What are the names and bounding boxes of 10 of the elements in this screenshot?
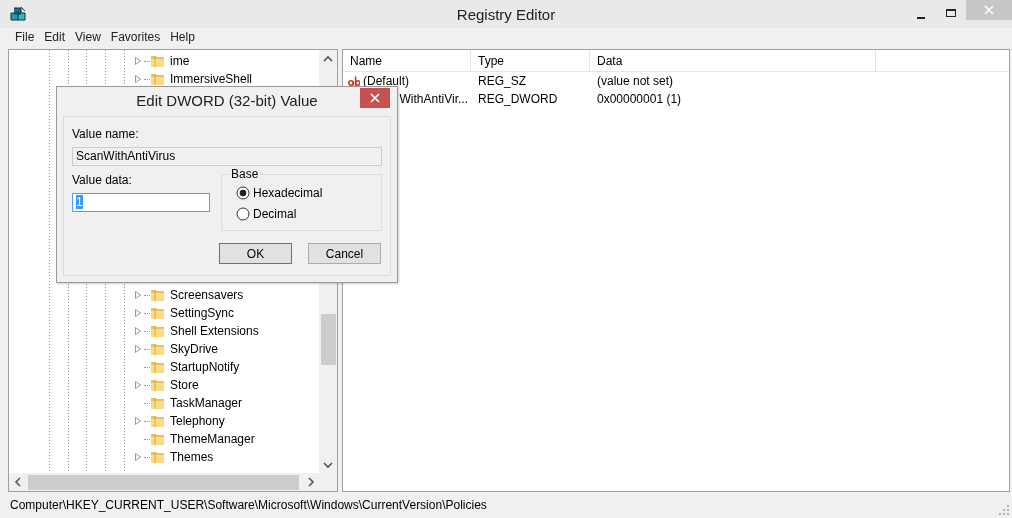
field-label: Value name: bbox=[72, 126, 139, 143]
value-data: (value not set) bbox=[596, 73, 675, 90]
dialog-title: Edit DWORD (32-bit) Value bbox=[136, 91, 318, 112]
value-data: 0x00000001 (1) bbox=[596, 91, 683, 108]
window-title: Registry Editor bbox=[456, 6, 556, 22]
value-type: REG_SZ bbox=[477, 73, 527, 90]
value-type: REG_DWORD bbox=[477, 91, 559, 108]
field-label: Value data: bbox=[72, 172, 132, 189]
status-path: Computer\HKEY_CURRENT_USER\Software\Microsoft\Windows\CurrentVersion\Policies bbox=[10, 497, 487, 514]
group-label: Base bbox=[229, 167, 261, 181]
